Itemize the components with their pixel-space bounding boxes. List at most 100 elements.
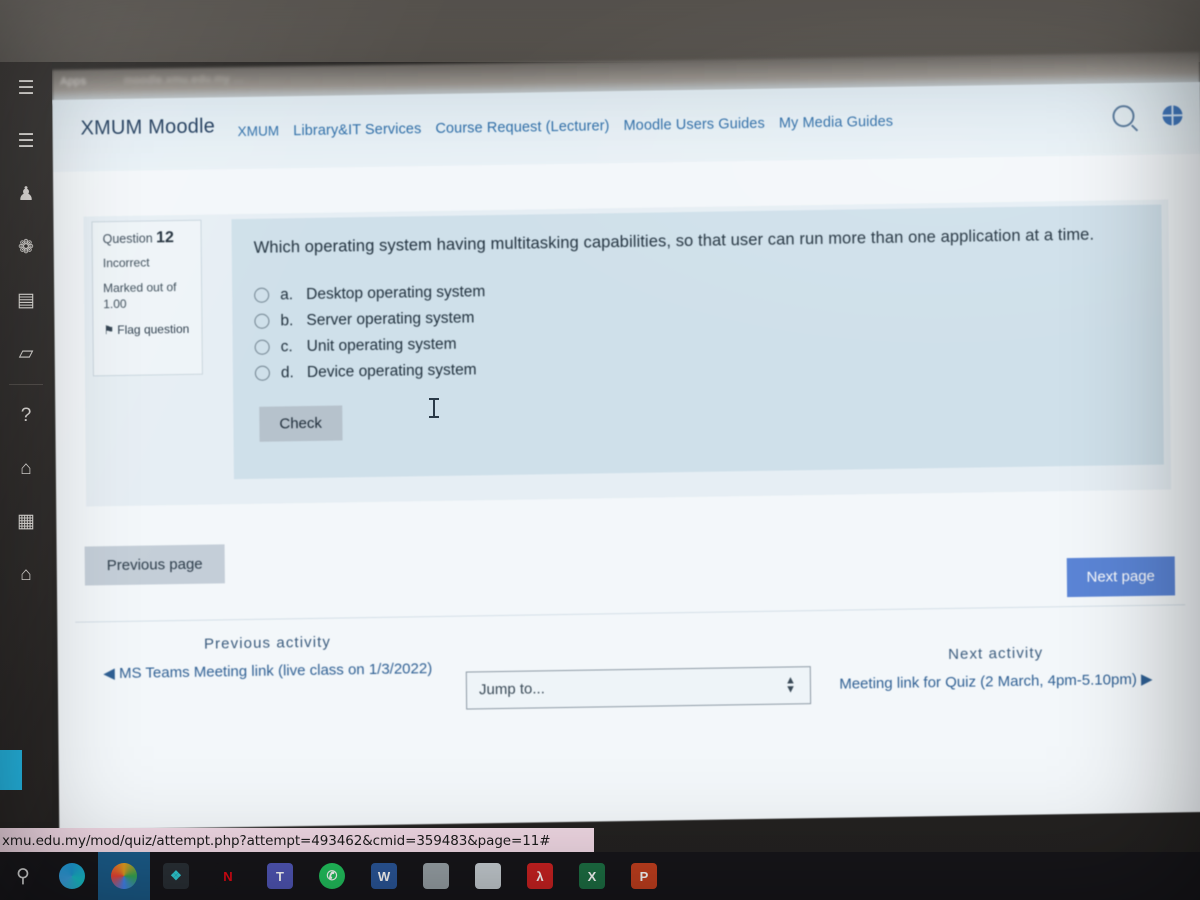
nav-moodle-users-guides[interactable]: Moodle Users Guides xyxy=(623,116,764,134)
marked-out-of-value: 1.00 xyxy=(103,297,127,312)
word-icon: W xyxy=(371,863,397,889)
moodle-page: XMUM Moodle XMUM Library&IT Services Cours… xyxy=(52,81,1200,830)
bookmark-blurred[interactable]: moodle.xmu.edu.my ... xyxy=(124,73,244,87)
taskbar-teal-app[interactable]: ❖ xyxy=(150,852,202,900)
check-button[interactable]: Check xyxy=(259,405,343,442)
jump-to-value: Jump to... xyxy=(478,680,545,699)
answer-key-b: b. xyxy=(280,312,294,330)
flag-question-label: Flag question xyxy=(117,322,190,338)
question-marked-out-of: Marked out of 1.00 xyxy=(103,279,191,313)
taskbar-netflix[interactable]: N xyxy=(202,852,254,900)
question-info-panel: Question 12 Incorrect Marked out of 1.00… xyxy=(91,219,203,377)
sidebar-item-participants[interactable]: ♟ xyxy=(0,168,52,221)
light-app-icon xyxy=(475,863,501,889)
previous-activity-block: Previous activity ◀ MS Teams Meeting lin… xyxy=(77,632,457,686)
taskbar-powerpoint[interactable]: P xyxy=(618,852,670,900)
windows-taskbar: ⚲ ❖ N T ✆ W λ X P xyxy=(0,852,1200,900)
search-icon[interactable]: ⚲ xyxy=(0,852,46,900)
globe-icon[interactable] xyxy=(1162,105,1183,126)
taskbar-app-light[interactable] xyxy=(462,852,514,900)
chrome-icon xyxy=(111,863,137,889)
question-body: Which operating system having multitaski… xyxy=(231,204,1164,480)
sidebar-item-book[interactable]: ▤ xyxy=(0,274,52,327)
taskbar-chrome[interactable] xyxy=(98,852,150,900)
site-brand[interactable]: XMUM Moodle xyxy=(80,115,215,140)
sidebar-item-files[interactable]: ▱ xyxy=(0,327,52,380)
sidebar-item-help[interactable]: ? xyxy=(0,389,52,442)
radio-c[interactable] xyxy=(254,340,270,356)
taskbar-whatsapp[interactable]: ✆ xyxy=(306,852,358,900)
question-number-row: Question 12 xyxy=(103,229,191,248)
answer-key-a: a. xyxy=(280,286,294,304)
answer-key-d: d. xyxy=(280,364,294,382)
sidebar-item-home[interactable]: ⌂ xyxy=(0,442,52,495)
answer-label-c: Unit operating system xyxy=(306,335,457,355)
next-activity-block: Next activity Meeting link for Quiz (2 M… xyxy=(806,642,1186,696)
sidebar-divider xyxy=(9,384,43,385)
whatsapp-icon: ✆ xyxy=(319,863,345,889)
radio-a[interactable] xyxy=(254,288,270,304)
powerpoint-icon: P xyxy=(631,863,657,889)
quiz-content: Question 12 Incorrect Marked out of 1.00… xyxy=(52,153,1200,830)
grey-app-icon xyxy=(423,863,449,889)
sidebar-item-dashboard[interactable]: ⌂ xyxy=(0,548,52,601)
question-card: Question 12 Incorrect Marked out of 1.00… xyxy=(83,199,1172,507)
moodle-nav-drawer: ☰ ☰ ♟ ❁ ▤ ▱ ? ⌂ ▦ ⌂ xyxy=(0,62,52,822)
next-activity-link[interactable]: Meeting link for Quiz (2 March, 4pm-5.10… xyxy=(806,667,1186,696)
taskbar-edge[interactable] xyxy=(46,852,98,900)
teams-icon: T xyxy=(267,863,293,889)
bookmark-apps[interactable]: Apps xyxy=(60,75,86,87)
next-activity-text: Meeting link for Quiz (2 March, 4pm-5.10… xyxy=(839,671,1137,693)
primary-navigation: XMUM Library&IT Services Course Request (L… xyxy=(238,113,908,142)
sidebar-accent-block xyxy=(0,750,22,790)
sidebar-item-badges[interactable]: ❁ xyxy=(0,221,52,274)
photographed-screen: Apps moodle.xmu.edu.my ... XMUM Moodle X… xyxy=(0,0,1200,900)
sidebar-menu-toggle[interactable]: ☰ xyxy=(0,62,52,115)
marked-out-of-label: Marked out of xyxy=(103,280,177,296)
header-icons xyxy=(1112,104,1183,128)
browser-window: Apps moodle.xmu.edu.my ... XMUM Moodle X… xyxy=(52,51,1200,830)
taskbar-teams[interactable]: T xyxy=(254,852,306,900)
nav-xmum[interactable]: XMUM xyxy=(238,123,280,139)
answer-label-a: Desktop operating system xyxy=(306,283,486,303)
edge-icon xyxy=(59,863,85,889)
taskbar-excel[interactable]: X xyxy=(566,852,618,900)
question-state: Incorrect xyxy=(102,255,150,271)
jump-to-select[interactable]: Jump to... ▲ ▼ xyxy=(465,666,812,710)
status-url-bar: xmu.edu.my/mod/quiz/attempt.php?attempt=… xyxy=(0,828,594,854)
next-activity-label: Next activity xyxy=(947,644,1044,663)
radio-b[interactable] xyxy=(254,314,270,330)
flag-question-link[interactable]: ⚑ Flag question xyxy=(103,321,191,339)
previous-arrow-icon: ◀ xyxy=(103,665,115,683)
excel-icon: X xyxy=(579,863,605,889)
flag-icon: ⚑ xyxy=(103,323,115,338)
taskbar-app-grey[interactable] xyxy=(410,852,462,900)
nav-library-it-services[interactable]: Library&IT Services xyxy=(293,121,421,139)
sidebar-item-list[interactable]: ☰ xyxy=(0,115,52,168)
answer-option-d[interactable]: d. Device operating system xyxy=(254,351,1141,383)
diamond-app-icon: ❖ xyxy=(163,863,189,889)
sidebar-item-calendar[interactable]: ▦ xyxy=(0,495,52,548)
previous-activity-label: Previous activity xyxy=(203,633,332,653)
acrobat-icon: λ xyxy=(527,863,553,889)
previous-page-button[interactable]: Previous page xyxy=(84,544,225,586)
question-text: Which operating system having multitaski… xyxy=(253,225,1095,257)
answer-options: a. Desktop operating system b. Server op… xyxy=(254,273,1141,383)
nav-my-media-guides[interactable]: My Media Guides xyxy=(779,114,893,132)
divider xyxy=(75,604,1186,623)
previous-activity-text: MS Teams Meeting link (live class on 1/3… xyxy=(118,660,433,683)
next-page-button[interactable]: Next page xyxy=(1066,556,1176,598)
netflix-icon: N xyxy=(215,863,241,889)
next-arrow-icon: ▶ xyxy=(1140,670,1153,688)
jump-to-wrapper: Jump to... ▲ ▼ xyxy=(465,666,812,710)
search-icon[interactable] xyxy=(1112,105,1135,128)
chevron-updown-icon: ▲ ▼ xyxy=(784,674,797,696)
taskbar-word[interactable]: W xyxy=(358,852,410,900)
question-number-label: Question xyxy=(102,231,153,247)
answer-label-d: Device operating system xyxy=(306,361,477,381)
text-cursor xyxy=(429,398,439,418)
taskbar-acrobat[interactable]: λ xyxy=(514,852,566,900)
nav-course-request-lecturer[interactable]: Course Request (Lecturer) xyxy=(435,118,609,137)
previous-activity-link[interactable]: ◀ MS Teams Meeting link (live class on 1… xyxy=(78,657,458,686)
radio-d[interactable] xyxy=(254,366,270,382)
